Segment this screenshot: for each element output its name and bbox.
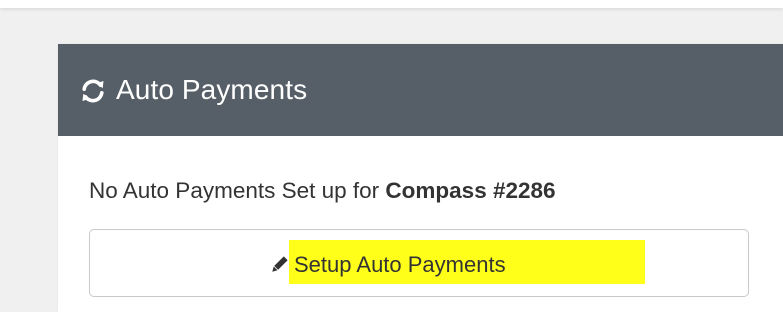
auto-payments-panel: Auto Payments No Auto Payments Set up fo… [58, 44, 783, 312]
refresh-icon [80, 78, 106, 104]
top-card-edge [0, 0, 783, 8]
button-content: Setup Auto Payments [268, 250, 506, 280]
account-name: Compass #2286 [385, 178, 556, 203]
panel-header: Auto Payments [58, 44, 783, 136]
status-prefix: No Auto Payments Set up for [89, 178, 386, 203]
panel-title: Auto Payments [116, 74, 308, 105]
status-text: No Auto Payments Set up for Compass #228… [89, 176, 783, 206]
setup-button-label: Setup Auto Payments [294, 252, 506, 277]
setup-auto-payments-button[interactable]: Setup Auto Payments [89, 229, 749, 297]
panel-body: No Auto Payments Set up for Compass #228… [58, 176, 783, 206]
pencil-icon [268, 254, 290, 276]
